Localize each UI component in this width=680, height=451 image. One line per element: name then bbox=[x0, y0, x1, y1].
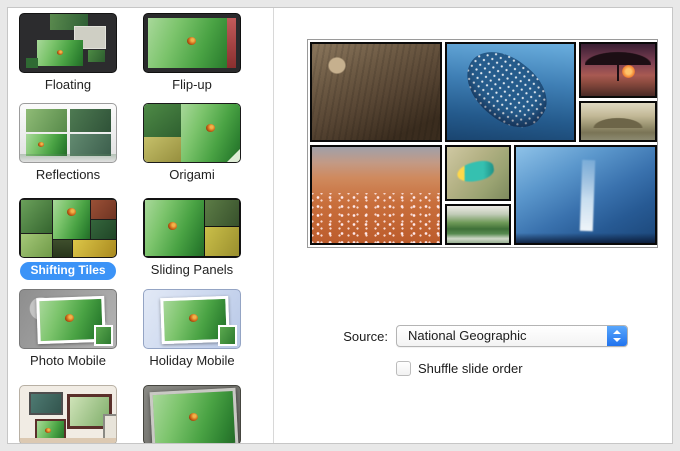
shuffle-checkbox[interactable] bbox=[396, 361, 411, 376]
thumb-art bbox=[29, 392, 63, 415]
saver-item-shifting-tiles[interactable]: Shifting Tiles bbox=[19, 198, 117, 282]
saver-item-partial-left[interactable] bbox=[19, 385, 117, 443]
saver-item-label[interactable]: Photo Mobile bbox=[8, 352, 129, 370]
slideshow-preview bbox=[307, 39, 658, 248]
saver-item-label[interactable]: Floating bbox=[8, 76, 129, 94]
thumb-art bbox=[218, 325, 237, 346]
whale-shark-art bbox=[453, 44, 561, 140]
ladybug-art bbox=[206, 124, 215, 132]
thumb-art bbox=[70, 134, 111, 156]
ladybug-art bbox=[38, 142, 44, 147]
saver-thumbnail-origami[interactable] bbox=[143, 103, 241, 163]
thumb-art bbox=[227, 149, 240, 162]
thumb-art bbox=[91, 220, 116, 239]
thumb-art bbox=[144, 137, 181, 162]
source-popup-button[interactable]: National Geographic bbox=[396, 325, 628, 347]
thumb-art bbox=[227, 18, 236, 68]
chevron-down-icon bbox=[613, 338, 621, 342]
preferences-content-pane: Floating Flip-up Reflections Origami Shi… bbox=[7, 7, 673, 444]
saver-item-reflections[interactable]: Reflections bbox=[19, 103, 117, 187]
preview-tile-iceberg-waterfall bbox=[514, 145, 657, 245]
ladybug-art bbox=[67, 208, 76, 216]
preview-tile-misty-hills bbox=[579, 101, 657, 142]
thumb-art bbox=[70, 109, 111, 132]
saver-thumbnail-flip-up[interactable] bbox=[143, 13, 241, 73]
thumb-art bbox=[94, 325, 113, 346]
saver-item-partial-right[interactable] bbox=[143, 385, 241, 443]
ladybug-art bbox=[188, 412, 199, 422]
acacia-trunk-art bbox=[616, 60, 620, 82]
screensaver-preferences-window: { "saver_list": { "items": [ {"label": "… bbox=[0, 0, 680, 451]
thumb-art bbox=[21, 234, 52, 257]
saver-thumbnail-reflections[interactable] bbox=[19, 103, 117, 163]
thumb-art bbox=[37, 40, 83, 66]
ladybug-art bbox=[57, 50, 63, 55]
flamingo-flock-art bbox=[312, 193, 440, 243]
preview-tile-leopard-on-rock bbox=[310, 42, 442, 142]
hill-art bbox=[586, 111, 650, 129]
chevron-up-icon bbox=[613, 330, 621, 334]
waterfall-art bbox=[580, 160, 596, 232]
thumb-art bbox=[26, 109, 67, 132]
preview-tile-mountain-lake bbox=[445, 204, 511, 245]
popup-stepper-icon bbox=[607, 326, 627, 346]
thumb-art bbox=[20, 438, 116, 443]
selection-highlight[interactable]: Shifting Tiles bbox=[20, 262, 116, 280]
thumb-art bbox=[88, 50, 105, 62]
saver-item-label[interactable]: Origami bbox=[131, 166, 253, 184]
thumb-art bbox=[144, 104, 181, 137]
ladybug-art bbox=[64, 313, 75, 323]
saver-thumbnail-vintage-print[interactable] bbox=[143, 385, 241, 443]
saver-item-label-selected[interactable]: Shifting Tiles bbox=[8, 261, 129, 280]
saver-thumbnail-photo-mobile[interactable] bbox=[19, 289, 117, 349]
thumb-art bbox=[26, 58, 38, 68]
saver-item-sliding-panels[interactable]: Sliding Panels bbox=[143, 198, 241, 282]
thumb-art bbox=[53, 200, 90, 239]
saver-item-label[interactable]: Flip-up bbox=[131, 76, 253, 94]
bird-art bbox=[455, 158, 496, 184]
preview-tile-acacia-sunset bbox=[579, 42, 657, 98]
pane-divider bbox=[273, 8, 274, 443]
saver-thumbnail-sliding-panels[interactable] bbox=[143, 198, 241, 258]
preview-tile-flamingo-salt-flat bbox=[310, 145, 442, 245]
saver-thumbnail-photo-wall[interactable] bbox=[19, 385, 117, 443]
thumb-art bbox=[91, 200, 116, 219]
saver-item-label[interactable]: Sliding Panels bbox=[131, 261, 253, 279]
sea-art bbox=[516, 233, 655, 243]
thumb-art bbox=[21, 200, 52, 233]
preview-tile-whale-shark bbox=[445, 42, 576, 142]
saver-item-floating[interactable]: Floating bbox=[19, 13, 117, 97]
ladybug-art bbox=[168, 222, 177, 230]
saver-item-label[interactable]: Holiday Mobile bbox=[131, 352, 253, 370]
thumb-art bbox=[205, 200, 239, 226]
ladybug-art bbox=[187, 37, 196, 45]
saver-item-holiday-mobile[interactable]: Holiday Mobile bbox=[143, 289, 241, 373]
saver-item-photo-mobile[interactable]: Photo Mobile bbox=[19, 289, 117, 373]
source-popup-value: National Geographic bbox=[408, 328, 527, 343]
preview-tile-bee-eater-bird bbox=[445, 145, 511, 201]
saver-thumbnail-holiday-mobile[interactable] bbox=[143, 289, 241, 349]
saver-item-flip-up[interactable]: Flip-up bbox=[143, 13, 241, 97]
thumb-art bbox=[53, 240, 72, 257]
ladybug-art bbox=[45, 428, 51, 433]
thumb-art bbox=[26, 134, 67, 156]
source-label: Source: bbox=[343, 329, 388, 344]
ladybug-art bbox=[188, 313, 199, 323]
saver-item-origami[interactable]: Origami bbox=[143, 103, 241, 187]
saver-item-label[interactable]: Reflections bbox=[8, 166, 129, 184]
sun-art bbox=[621, 64, 635, 78]
thumb-art bbox=[73, 240, 116, 257]
thumb-art bbox=[149, 387, 239, 443]
thumb-art bbox=[205, 227, 239, 256]
saver-thumbnail-shifting-tiles[interactable] bbox=[19, 198, 117, 258]
shuffle-checkbox-label[interactable]: Shuffle slide order bbox=[418, 360, 523, 377]
saver-thumbnail-floating[interactable] bbox=[19, 13, 117, 73]
thumb-art bbox=[20, 154, 116, 162]
